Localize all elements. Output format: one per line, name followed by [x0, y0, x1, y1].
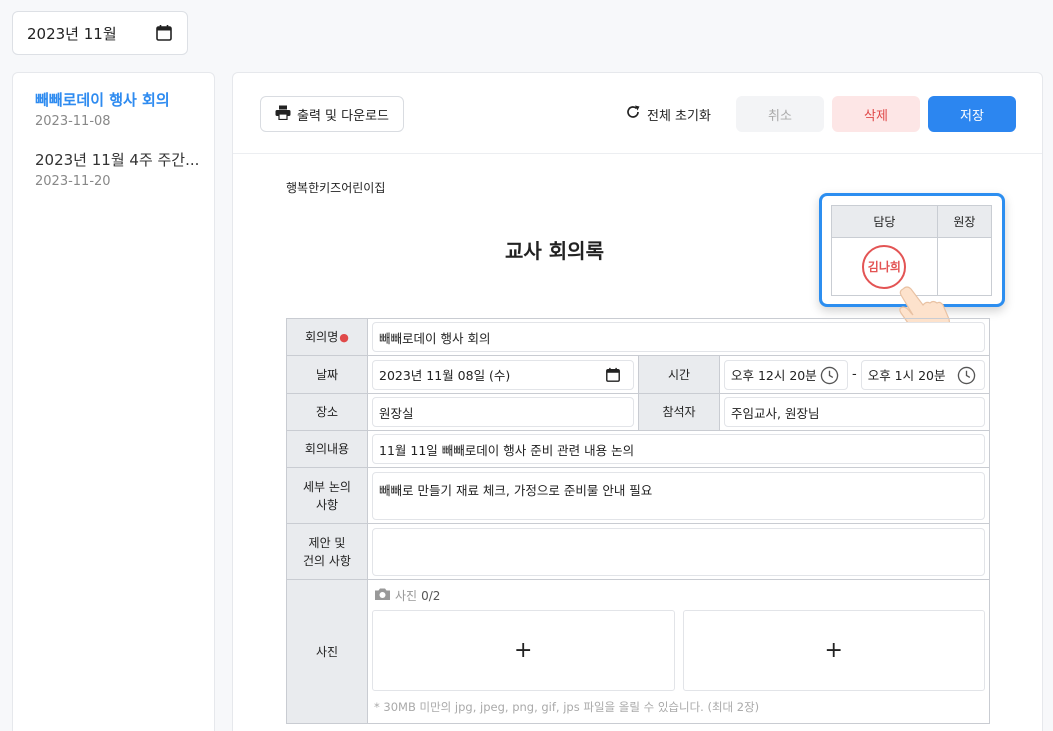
time-label: 시간: [638, 355, 720, 394]
detail-textarea[interactable]: 빼빼로 만들기 재료 체크, 가정으로 준비물 안내 필요: [372, 471, 985, 520]
time-separator: -: [852, 367, 857, 382]
proposal-textarea[interactable]: [372, 527, 985, 576]
photo-caption: 사진 0/2: [372, 583, 985, 608]
delete-button[interactable]: 삭제: [832, 96, 920, 132]
document-title: 교사 회의록: [505, 239, 604, 263]
print-download-label: 출력 및 다운로드: [297, 108, 389, 124]
approval-col-manager: 담당: [831, 205, 938, 238]
print-download-button[interactable]: 출력 및 다운로드: [260, 96, 404, 132]
start-time-input[interactable]: 오후 12시 20분: [724, 359, 848, 390]
proposal-label: 제안 및 건의 사항: [286, 523, 368, 580]
date-value: 2023년 11월 08일 (수): [379, 368, 511, 383]
cancel-button[interactable]: 취소: [736, 96, 824, 132]
meeting-record-panel: 출력 및 다운로드 전체 초기화 취소 삭제 저장 행복한키즈어린이집 교사 회…: [232, 72, 1043, 731]
refresh-icon: [625, 104, 641, 124]
start-time-value: 오후 12시 20분: [731, 368, 817, 383]
sidebar-item-date: 2023-11-08: [35, 114, 111, 129]
meeting-name-label: 회의명●: [286, 318, 368, 356]
photo-label: 사진: [286, 579, 368, 724]
month-picker[interactable]: 2023년 11월: [12, 11, 188, 55]
end-time-input[interactable]: 오후 1시 20분: [860, 359, 985, 390]
required-mark: ●: [339, 330, 349, 344]
sidebar-item-meeting-2[interactable]: 2023년 11월 4주 주간... 2023-11-20: [35, 149, 214, 189]
meeting-list-sidebar: 빼빼로데이 행사 회의 2023-11-08 2023년 11월 4주 주간..…: [12, 72, 215, 731]
month-picker-value: 2023년 11월: [27, 24, 117, 43]
date-label: 날짜: [286, 355, 368, 394]
calendar-icon[interactable]: [605, 367, 621, 386]
attendee-value: 주임교사, 원장님: [731, 405, 820, 421]
organization-name: 행복한키즈어린이집: [286, 181, 386, 195]
end-time-value: 오후 1시 20분: [867, 368, 946, 383]
calendar-icon[interactable]: [155, 24, 173, 46]
detail-value: 빼빼로 만들기 재료 체크, 가정으로 준비물 안내 필요: [379, 482, 653, 498]
content-label: 회의내용: [286, 430, 368, 468]
reset-all-label: 전체 초기화: [647, 108, 711, 124]
toolbar: 출력 및 다운로드 전체 초기화 취소 삭제 저장: [233, 73, 1042, 154]
photo-caption-label: 사진: [395, 589, 418, 603]
save-button[interactable]: 저장: [928, 96, 1016, 132]
content-input[interactable]: 11월 11일 빼빼로데이 행사 준비 관련 내용 논의: [372, 434, 985, 464]
sidebar-item-date: 2023-11-20: [35, 174, 111, 189]
content-value: 11월 11일 빼빼로데이 행사 준비 관련 내용 논의: [379, 442, 635, 458]
place-label: 장소: [286, 393, 368, 431]
meeting-form: 회의명● 빼빼로데이 행사 회의 날짜 2023년 11월 08일 (수) 시간: [286, 318, 990, 724]
photo-upload-slot-2[interactable]: +: [682, 610, 985, 691]
attendee-label: 참석자: [638, 393, 720, 431]
place-input[interactable]: 원장실: [372, 397, 634, 427]
place-value: 원장실: [379, 405, 414, 421]
clock-icon[interactable]: [957, 366, 976, 388]
camera-icon: [374, 587, 391, 604]
photo-upload-note: * 30MB 미만의 jpg, jpeg, png, gif, jps 파일을 …: [374, 700, 760, 714]
printer-icon: [275, 105, 291, 124]
reset-all-button[interactable]: 전체 초기화: [625, 96, 717, 132]
approval-col-director: 원장: [936, 205, 993, 238]
attendee-input[interactable]: 주임교사, 원장님: [724, 397, 985, 427]
sidebar-item-meeting-1[interactable]: 빼빼로데이 행사 회의 2023-11-08: [35, 89, 214, 129]
sidebar-item-title: 2023년 11월 4주 주간...: [35, 151, 200, 169]
clock-icon[interactable]: [820, 366, 839, 388]
date-input[interactable]: 2023년 11월 08일 (수): [372, 359, 634, 390]
meeting-name-input[interactable]: 빼빼로데이 행사 회의: [372, 322, 985, 352]
meeting-name-value: 빼빼로데이 행사 회의: [379, 330, 491, 346]
sidebar-item-title: 빼빼로데이 행사 회의: [35, 91, 170, 109]
photo-count: 0/2: [421, 588, 441, 603]
detail-label: 세부 논의 사항: [286, 467, 368, 524]
photo-upload-slot-1[interactable]: +: [372, 610, 675, 691]
